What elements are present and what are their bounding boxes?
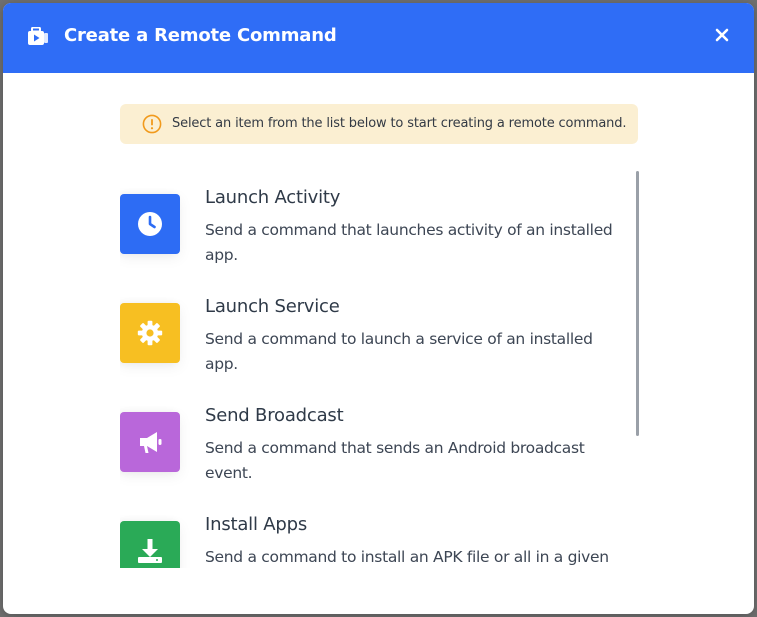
gear-icon <box>137 320 163 346</box>
send-broadcast-icon-box <box>120 412 180 472</box>
list-item-launch-service[interactable]: Launch Service Send a command to launch … <box>120 277 625 377</box>
dialog-header: Create a Remote Command <box>3 3 754 73</box>
briefcase-play-icon <box>27 26 49 47</box>
clock-icon <box>138 212 162 236</box>
close-icon <box>715 28 729 42</box>
download-icon <box>138 539 162 563</box>
item-description: Send a command that sends an Android bro… <box>205 439 585 482</box>
item-description: Send a command to install an APK file or… <box>205 548 609 566</box>
item-title: Launch Activity <box>205 187 341 208</box>
launch-activity-icon-box <box>120 194 180 254</box>
megaphone-icon <box>140 432 162 453</box>
info-banner: Select an item from the list below to st… <box>120 104 638 144</box>
info-text: Select an item from the list below to st… <box>172 116 627 131</box>
info-circle-icon <box>142 114 162 134</box>
install-apps-icon-box <box>120 521 180 568</box>
list-scrollbar[interactable] <box>636 171 639 436</box>
list-item-install-apps[interactable]: Install Apps Send a command to install a… <box>120 495 625 568</box>
close-button[interactable] <box>712 25 732 45</box>
list-item-launch-activity[interactable]: Launch Activity Send a command that laun… <box>120 168 625 268</box>
command-type-list[interactable]: Launch Activity Send a command that laun… <box>120 168 645 568</box>
item-title: Install Apps <box>205 514 308 535</box>
launch-service-icon-box <box>120 303 180 363</box>
item-title: Launch Service <box>205 296 340 317</box>
list-item-send-broadcast[interactable]: Send Broadcast Send a command that sends… <box>120 386 625 486</box>
create-remote-command-dialog: Create a Remote Command Select an item f… <box>3 3 754 614</box>
item-title: Send Broadcast <box>205 405 344 426</box>
item-description: Send a command to launch a service of an… <box>205 330 593 373</box>
dialog-title: Create a Remote Command <box>64 25 337 46</box>
item-description: Send a command that launches activity of… <box>205 221 613 264</box>
